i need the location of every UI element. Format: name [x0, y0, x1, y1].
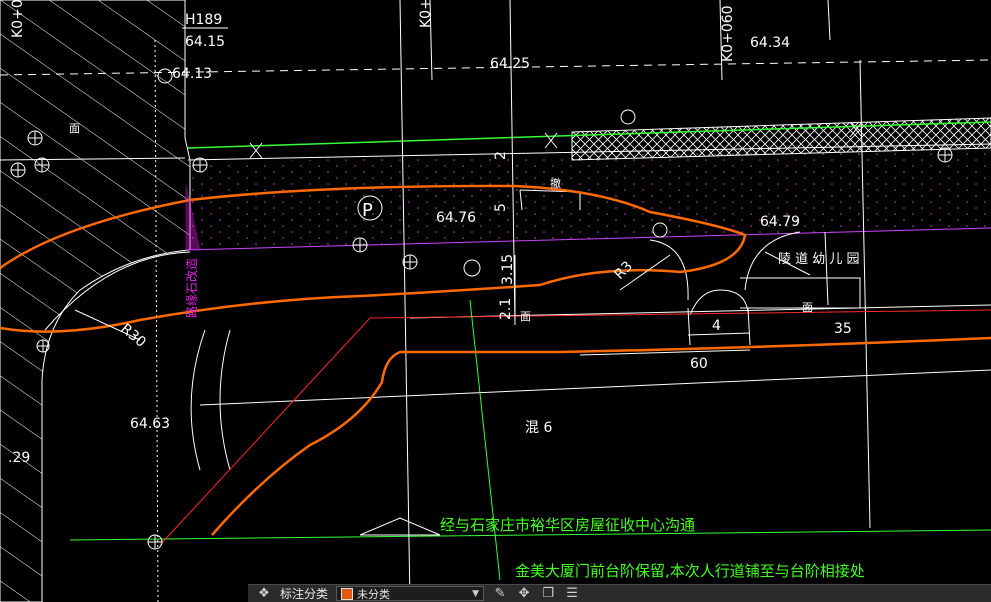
elevation-label: 64.76: [436, 210, 476, 226]
note-2: 金美大厦门前台阶保留,本次人行道铺至与台阶相接处: [515, 562, 865, 580]
toolbar-label: 标注分类: [280, 587, 329, 601]
sidewalk-paving: [188, 148, 991, 250]
dimension-text: R3: [612, 258, 636, 282]
building-hatch-area: [0, 0, 191, 602]
layer-select[interactable]: 未分类 ▼: [336, 586, 485, 601]
station-label: K0+0: [10, 0, 26, 38]
dimension-text: 3.15: [500, 254, 516, 285]
elevation-label: 64.79: [760, 214, 800, 230]
group-icon[interactable]: ❖: [256, 586, 272, 602]
magenta-label: 路缘石改造: [184, 258, 199, 318]
elevation-label: 64.25: [490, 56, 530, 72]
cad-drawing-canvas[interactable]: 路缘石改造 K0+0 K0+0 K0+060 H189 64.15 64.13 …: [0, 0, 991, 602]
dimension-text: 2.1: [498, 298, 514, 320]
elevation-label: 64.15: [185, 34, 225, 50]
dimension-text: 5: [493, 203, 509, 212]
small-label: 面: [69, 122, 80, 135]
dimension-text: 35: [834, 321, 852, 337]
dimension-text: R30: [117, 321, 148, 351]
elevation-label: 64.63: [130, 416, 170, 432]
note-leader: [469, 299, 501, 581]
small-label: 面: [802, 301, 813, 314]
note-1: 经与石家庄市裕华区房屋征收中心沟通: [440, 516, 695, 534]
dimension-text: 2: [493, 151, 509, 160]
zone-label: 混 6: [525, 420, 552, 436]
dimension-text: 60: [690, 356, 708, 372]
layer-name: 未分类: [357, 587, 391, 601]
stack-icon[interactable]: ☰: [564, 586, 580, 602]
notes: 经与石家庄市裕华区房屋征收中心沟通 金美大厦门前台阶保留,本次人行道铺至与台阶相…: [440, 516, 865, 580]
annotation-toolbar: ❖ 标注分类 未分类 ▼ ✎ ✥ ❐ ☰: [248, 584, 991, 602]
small-label: 面: [520, 310, 531, 323]
copy-icon[interactable]: ❐: [540, 586, 556, 602]
layer-color-swatch: [341, 587, 354, 600]
elevation-label: 64.34: [750, 35, 790, 51]
cross-label: 撤: [550, 176, 561, 190]
station-label: K0+060: [720, 5, 736, 62]
elevation-label: 64.13: [172, 66, 212, 82]
move-icon[interactable]: ✥: [516, 586, 532, 602]
kindergarten-label: 陵 道 幼 儿 园: [778, 252, 860, 267]
dimension-text: 4: [712, 318, 721, 334]
elevation-label: .29: [8, 450, 30, 466]
station-label: K0+0: [418, 0, 434, 28]
edit-icon[interactable]: ✎: [492, 586, 508, 602]
chevron-down-icon: ▼: [472, 588, 480, 599]
parking-symbol: P: [362, 200, 373, 221]
point-tag: H189: [185, 12, 222, 28]
